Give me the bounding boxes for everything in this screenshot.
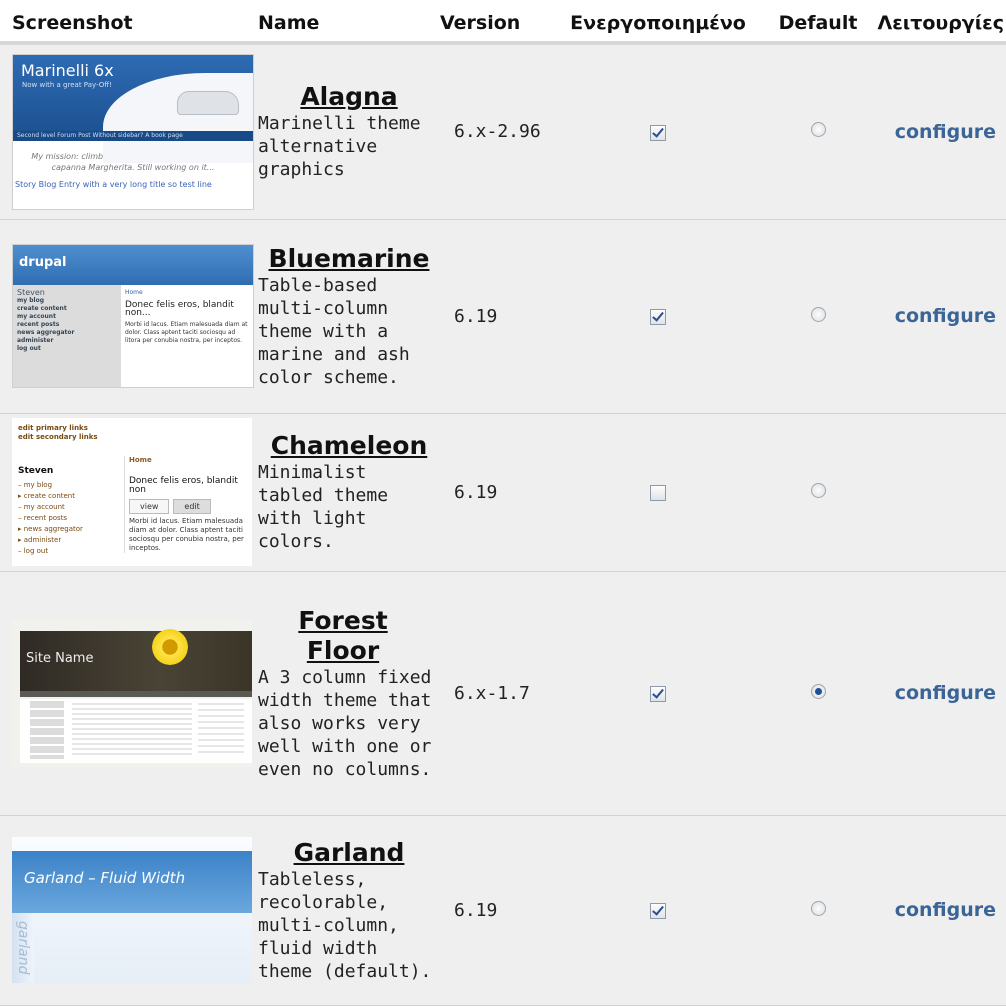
theme-screenshot-forest-floor: Site Name: [12, 619, 252, 767]
car-image: [177, 90, 239, 115]
thumb-home: Home: [129, 456, 152, 464]
theme-row: drupal Steven my blog create content my …: [0, 219, 1006, 414]
theme-screenshot-bluemarine: drupal Steven my blog create content my …: [12, 244, 254, 388]
thumb-title: Donec felis eros, blandit non: [129, 476, 238, 495]
enabled-checkbox[interactable]: [650, 903, 666, 919]
theme-version: 6.x-1.7: [440, 571, 548, 816]
thumb-title: Donec felis eros, blandit non...: [125, 300, 234, 318]
thumb-menu: my blog create content my account recent…: [17, 297, 75, 352]
theme-name-chameleon[interactable]: Chameleon: [258, 431, 440, 461]
theme-description: Marinelli theme alternative graphics: [258, 113, 421, 181]
themes-table: Screenshot Name Version Ενεργοποιημένο D…: [0, 0, 1006, 1006]
theme-row: Marinelli 6x Now with a great Pay-Off! S…: [0, 43, 1006, 220]
thumb-body: Morbi id lacus. Etiam malesuada diam at …: [125, 321, 248, 344]
default-radio[interactable]: [810, 683, 826, 699]
thumb-tab-view: view: [129, 499, 170, 514]
thumb-home: Home: [125, 289, 143, 296]
drupal-logo: drupal: [19, 255, 67, 270]
theme-name-alagna[interactable]: Alagna: [258, 82, 440, 112]
header-default: Default: [768, 0, 868, 45]
theme-description: Minimalist tabled theme with light color…: [258, 462, 389, 552]
enabled-checkbox[interactable]: [650, 485, 666, 501]
thumb-site-title: Marinelli 6x: [21, 60, 114, 80]
thumb-side-text: garland: [15, 921, 31, 975]
theme-name-bluemarine[interactable]: Bluemarine: [258, 244, 440, 274]
theme-screenshot-chameleon: edit primary links edit secondary links …: [12, 418, 252, 566]
theme-description: Table-based multi-column theme with a ma…: [258, 274, 410, 388]
thumb-title: Garland – Fluid Width: [24, 869, 186, 887]
theme-row: Site Name Forest Floor A 3 column fixed …: [0, 571, 1006, 816]
configure-link[interactable]: configure: [895, 305, 996, 327]
theme-version: 6.x-2.96: [440, 43, 548, 220]
default-radio[interactable]: [810, 482, 826, 498]
configure-link[interactable]: configure: [895, 899, 996, 921]
thumb-nav: Second level Forum Post Without sidebar?…: [17, 131, 183, 139]
default-radio[interactable]: [810, 122, 826, 138]
thumb-menu: – my blog ▸ create content – my account …: [18, 481, 83, 555]
theme-version: 6.19: [440, 413, 548, 572]
header-name: Name: [258, 0, 440, 45]
thumb-user: Steven: [18, 466, 54, 476]
header-enabled: Ενεργοποιημένο: [548, 0, 768, 45]
configure-link[interactable]: configure: [895, 682, 996, 704]
theme-name-forest-floor[interactable]: Forest Floor: [268, 606, 418, 666]
theme-description: A 3 column fixed width theme that also w…: [258, 666, 432, 780]
default-radio[interactable]: [810, 900, 826, 916]
header-version: Version: [440, 0, 548, 45]
theme-version: 6.19: [440, 219, 548, 414]
thumb-tab-edit: edit: [173, 499, 211, 514]
theme-name-garland[interactable]: Garland: [258, 838, 440, 868]
theme-description: Tableless, recolorable, multi-column, fl…: [258, 868, 432, 982]
enabled-checkbox[interactable]: [650, 124, 666, 141]
theme-screenshot-garland: Garland – Fluid Width garland: [12, 837, 252, 983]
thumb-body: Morbi id lacus. Etiam malesuada diam at …: [129, 517, 244, 552]
theme-screenshot-alagna: Marinelli 6x Now with a great Pay-Off! S…: [12, 53, 254, 210]
configure-link[interactable]: configure: [895, 121, 996, 143]
header-row: Screenshot Name Version Ενεργοποιημένο D…: [0, 0, 1006, 45]
default-radio[interactable]: [810, 306, 826, 322]
thumb-site-name: Site Name: [26, 651, 94, 666]
thumb-primary-links: edit primary links: [18, 424, 88, 432]
header-screenshot: Screenshot: [0, 0, 258, 45]
theme-row: edit primary links edit secondary links …: [0, 413, 1006, 572]
thumb-link: Story Blog Entry with a very long title …: [15, 179, 212, 189]
theme-version: 6.19: [440, 815, 548, 1006]
thumb-slogan: Now with a great Pay-Off!: [22, 80, 112, 89]
thumb-secondary-links: edit secondary links: [18, 433, 98, 441]
enabled-checkbox[interactable]: [650, 309, 666, 325]
theme-row: Garland – Fluid Width garland Garland Ta…: [0, 815, 1006, 1006]
flower-image: [152, 629, 188, 665]
enabled-checkbox[interactable]: [650, 686, 666, 702]
thumb-user: Steven: [17, 288, 45, 297]
header-operations: Λειτουργίες: [868, 0, 1006, 45]
